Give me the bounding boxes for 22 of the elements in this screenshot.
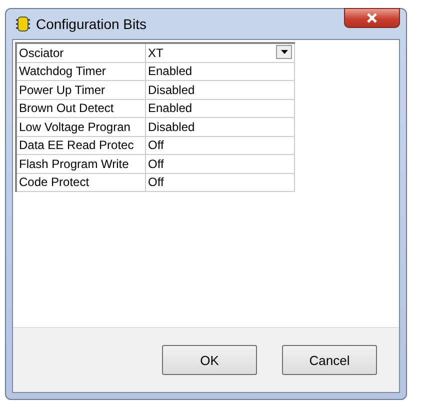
cancel-button[interactable]: Cancel	[282, 345, 377, 375]
property-value: Off	[146, 173, 294, 192]
property-value: Off	[146, 154, 294, 173]
ok-button[interactable]: OK	[162, 345, 257, 375]
property-name: Power Up Timer	[16, 80, 146, 99]
value-dropdown[interactable]: XT	[146, 43, 294, 62]
property-name: Data EE Read Protec	[16, 136, 146, 154]
property-name: Code Protect	[16, 173, 146, 192]
window-title: Configuration Bits	[36, 16, 147, 32]
property-value: Off	[146, 136, 294, 154]
property-value: Enabled	[146, 62, 294, 80]
property-name: Low Voltage Progran	[16, 118, 146, 136]
property-value: Disabled	[146, 118, 294, 136]
close-button[interactable]	[344, 8, 400, 28]
property-name: Watchdog Timer	[16, 62, 146, 80]
close-icon[interactable]	[366, 13, 378, 23]
property-name: Flash Program Write	[16, 154, 146, 173]
chip-icon	[16, 16, 30, 32]
property-name: Osciator	[16, 43, 146, 62]
property-value: Disabled	[146, 80, 294, 99]
property-name: Brown Out Detect	[16, 99, 146, 118]
property-value: Enabled	[146, 99, 294, 118]
